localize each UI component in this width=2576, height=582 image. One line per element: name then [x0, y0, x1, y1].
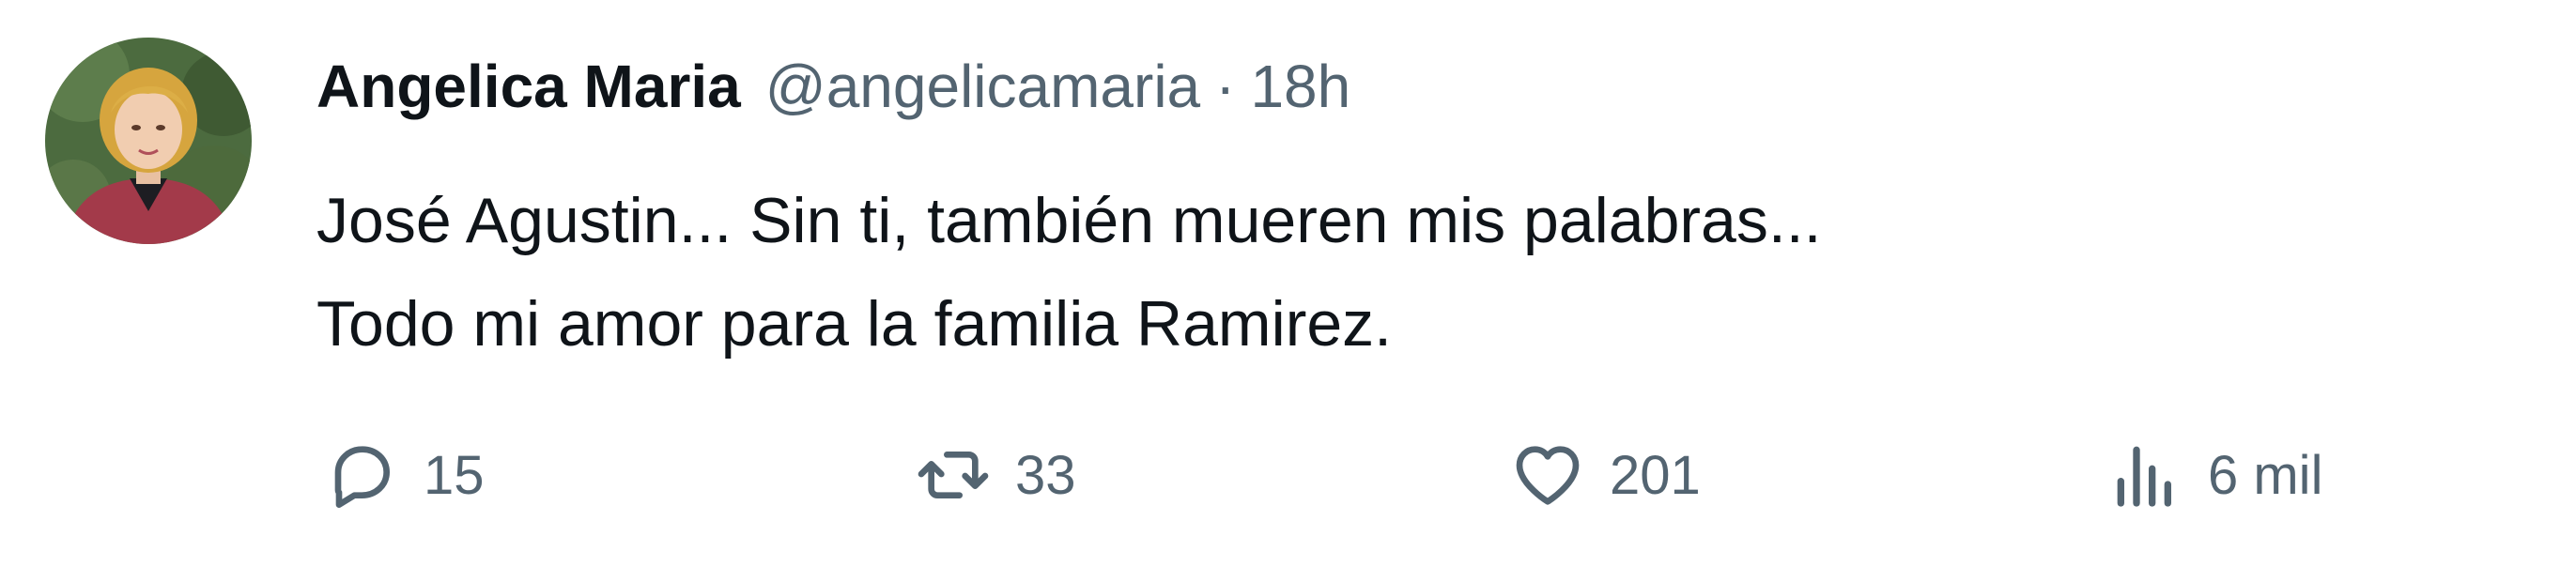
tweet-timestamp[interactable]: 18h	[1250, 52, 1350, 121]
views-count: 6 mil	[2208, 444, 2323, 506]
heart-icon	[1503, 430, 1593, 520]
like-count: 201	[1610, 444, 1701, 506]
author-display-name[interactable]: Angelica Maria	[316, 52, 741, 121]
reply-button[interactable]: 15	[316, 428, 485, 522]
tweet-actions-bar: 15 33 201 6 mil	[316, 428, 2476, 522]
reply-count: 15	[424, 444, 485, 506]
tweet-text: José Agustin... Sin ti, también mueren m…	[316, 169, 1822, 375]
views-icon	[2101, 430, 2191, 520]
author-handle[interactable]: @angelicamaria	[765, 52, 1200, 121]
retweet-count: 33	[1015, 444, 1076, 506]
retweet-icon	[908, 430, 998, 520]
tweet-header: Angelica Maria @angelicamaria · 18h	[316, 49, 1350, 124]
views-button[interactable]: 6 mil	[2101, 428, 2322, 522]
avatar[interactable]	[45, 38, 252, 244]
reply-icon	[316, 430, 407, 520]
avatar-image	[45, 38, 252, 244]
tweet-text-line: José Agustin... Sin ti, también mueren m…	[316, 185, 1822, 256]
retweet-button[interactable]: 33	[908, 428, 1076, 522]
tweet-text-line: Todo mi amor para la familia Ramirez.	[316, 288, 1393, 360]
tweet-card[interactable]: Angelica Maria @angelicamaria · 18h José…	[0, 0, 2576, 582]
header-separator: ·	[1215, 53, 1236, 120]
like-button[interactable]: 201	[1503, 428, 1701, 522]
